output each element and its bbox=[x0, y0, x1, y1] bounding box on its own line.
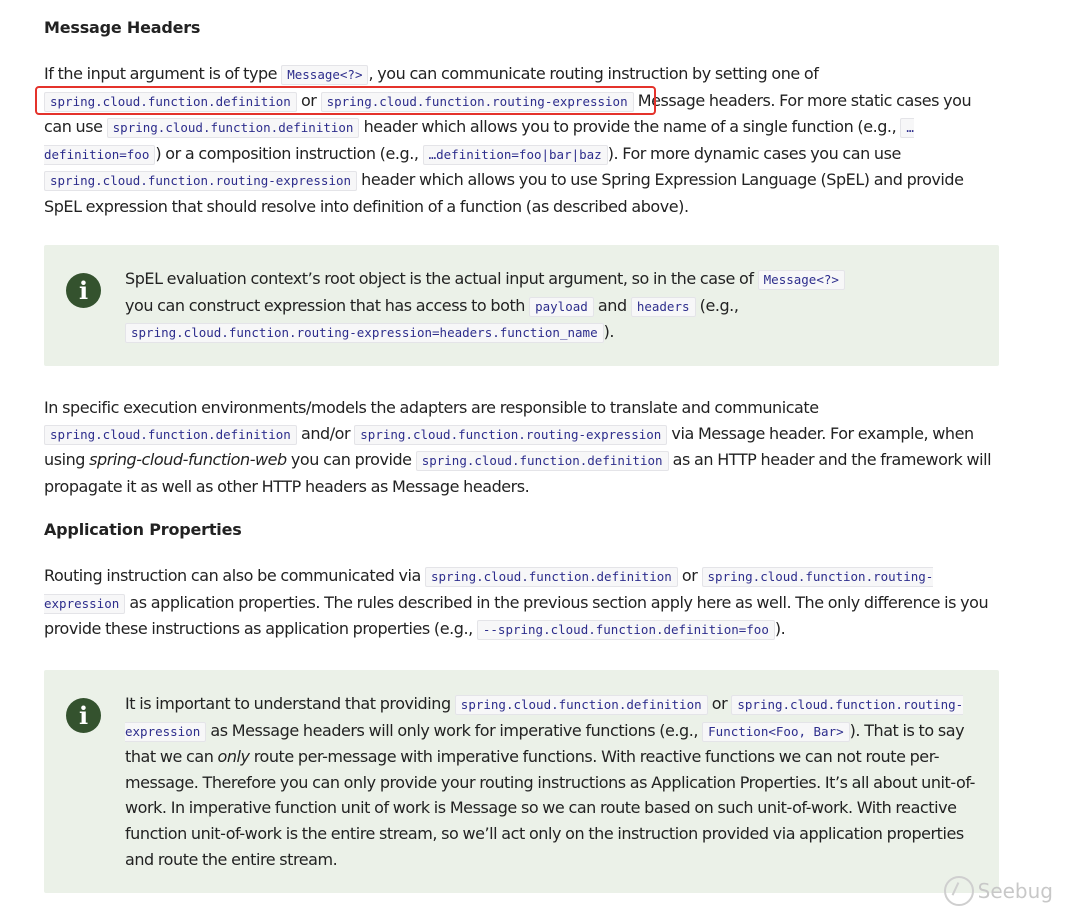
red-highlight-annotation bbox=[35, 86, 656, 115]
code-definition-property: --spring.cloud.function.definition=foo bbox=[476, 620, 775, 641]
text: SpEL evaluation context’s root object is… bbox=[125, 269, 758, 288]
code-routing-expression: spring.cloud.function.routing-expression bbox=[44, 171, 358, 192]
text: route per-message with imperative functi… bbox=[125, 747, 975, 869]
paragraph-application-properties: Routing instruction can also be communic… bbox=[44, 563, 999, 643]
heading-message-headers: Message Headers bbox=[44, 18, 201, 37]
code-headers: headers bbox=[630, 296, 696, 317]
text: ). For more dynamic cases you can use bbox=[607, 143, 902, 163]
code-definition-composition: …definition=foo|bar|baz bbox=[422, 144, 608, 165]
paragraph-message-headers: If the input argument is of type Message… bbox=[44, 61, 999, 220]
code-function-definition: spring.cloud.function.definition bbox=[415, 451, 669, 472]
code-function-definition: spring.cloud.function.definition bbox=[424, 567, 678, 587]
text: , you can communicate routing instructio… bbox=[368, 64, 819, 83]
note-spel-context: i SpEL evaluation context’s root object … bbox=[44, 245, 999, 366]
text: Routing instruction can also be communic… bbox=[44, 566, 425, 585]
text: and bbox=[593, 295, 631, 315]
emphasis-only: only bbox=[217, 747, 250, 767]
code-routing-expression-example: spring.cloud.function.routing-expression… bbox=[125, 323, 604, 344]
text: It is important to understand that provi… bbox=[125, 694, 455, 713]
info-circle-icon: i bbox=[66, 698, 101, 733]
code-function-definition: spring.cloud.function.definition bbox=[44, 424, 297, 445]
text: and/or bbox=[296, 423, 355, 443]
note-imperative-functions: i It is important to understand that pro… bbox=[44, 670, 999, 893]
code-routing-expression: spring.cloud.function.routing-expression bbox=[354, 424, 668, 445]
text: header which allows you to provide the n… bbox=[359, 117, 901, 137]
code-function-definition: spring.cloud.function.definition bbox=[454, 695, 708, 715]
code-function-type: Function<Foo, Bar> bbox=[702, 721, 850, 742]
code-message-type: Message<?> bbox=[757, 270, 845, 290]
code-message-type: Message<?> bbox=[281, 65, 369, 85]
watermark-text: Seebug bbox=[977, 879, 1053, 903]
note-text: It is important to understand that provi… bbox=[125, 691, 979, 872]
seebug-watermark: Seebug bbox=[943, 876, 1053, 906]
seebug-logo-icon bbox=[943, 876, 974, 906]
text: ). bbox=[774, 619, 786, 639]
heading-application-properties: Application Properties bbox=[44, 520, 242, 539]
info-circle-icon: i bbox=[66, 273, 101, 308]
text: If the input argument is of type bbox=[44, 64, 282, 83]
text: or bbox=[677, 566, 702, 585]
emphasis-project-name: spring-cloud-function-web bbox=[89, 450, 287, 470]
paragraph-execution-environments: In specific execution environments/model… bbox=[44, 395, 999, 499]
code-payload: payload bbox=[529, 296, 594, 317]
text: you can construct expression that has ac… bbox=[125, 295, 530, 315]
text: ) or a composition instruction (e.g., bbox=[155, 143, 423, 163]
text: (e.g., bbox=[695, 295, 739, 315]
code-function-definition: spring.cloud.function.definition bbox=[106, 118, 360, 139]
text: ). bbox=[603, 322, 615, 342]
note-text: SpEL evaluation context’s root object is… bbox=[125, 266, 869, 346]
text: you can provide bbox=[286, 450, 416, 470]
text: as Message headers will only work for im… bbox=[206, 720, 703, 740]
text: or bbox=[707, 694, 732, 713]
text: In specific execution environments/model… bbox=[44, 398, 819, 417]
